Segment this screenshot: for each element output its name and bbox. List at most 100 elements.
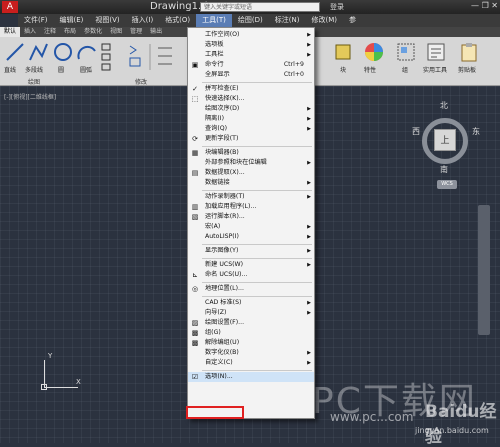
menu-item-label: 数据链接	[205, 179, 230, 186]
compass-west[interactable]: 西	[412, 126, 420, 137]
menu-separator	[202, 146, 312, 147]
tool-label-line: 直线	[4, 67, 17, 74]
application-menu-button[interactable]: A	[2, 1, 18, 13]
wcs-menu[interactable]: WCS	[437, 180, 457, 189]
clipboard-icon[interactable]	[458, 41, 480, 63]
utilities-icon[interactable]	[425, 41, 447, 63]
menu-separator	[202, 190, 312, 191]
submenu-arrow-icon: ▶	[307, 248, 311, 254]
menu-item-icon	[191, 115, 199, 123]
tools-menu-item[interactable]: 查询(Q) ▶	[188, 124, 314, 134]
tab-6[interactable]: 管理	[126, 27, 146, 37]
navigation-bar[interactable]	[478, 205, 490, 335]
tools-menu-item[interactable]: 自定义(C) ▶	[188, 358, 314, 368]
draw-small-tools-icon[interactable]	[100, 42, 180, 72]
tab-0[interactable]: 默认	[0, 27, 21, 37]
tools-menu-item[interactable]: ▩ 解除编组(U)	[188, 338, 314, 348]
menu-item-icon: ⟳	[192, 135, 198, 143]
tools-menu-item[interactable]: ▧ 运行脚本(R)...	[188, 212, 314, 222]
search-input[interactable]: 键入关键字或短语	[200, 2, 320, 12]
tab-1[interactable]: 插入	[20, 27, 40, 37]
tools-menu-item[interactable]: ⬚ 快速选择(K)...	[188, 94, 314, 104]
menu-3[interactable]: 插入(I)	[126, 14, 160, 27]
arc-icon[interactable]	[76, 41, 98, 63]
window-controls[interactable]: — ❐ ✕	[471, 1, 498, 10]
tools-menu-item[interactable]: AutoLISP(I) ▶	[188, 232, 314, 242]
tools-menu-item[interactable]: 动作录制器(T) ▶	[188, 192, 314, 202]
tools-menu-item[interactable]: 数据链接 ▶	[188, 178, 314, 188]
tools-menu-item[interactable]: ▤ 数据提取(X)...	[188, 168, 314, 178]
menu-1[interactable]: 编辑(E)	[54, 14, 90, 27]
properties-icon[interactable]	[362, 40, 386, 64]
tools-menu-item[interactable]: 向导(Z) ▶	[188, 308, 314, 318]
tools-menu-item[interactable]: ▦ 块编辑器(B)	[188, 148, 314, 158]
tools-menu-item[interactable]: 数字化仪(B) ▶	[188, 348, 314, 358]
menu-item-label: 外部参照和块在位编辑	[205, 159, 267, 166]
watermark-baidu-url: jingyan.baidu.com	[415, 426, 489, 435]
tab-2[interactable]: 注释	[40, 27, 60, 37]
panel-label-modify[interactable]: 修改	[135, 77, 147, 86]
menu-item-shortcut: Ctrl+9	[283, 61, 304, 68]
tools-menu-item[interactable]: 显示图像(Y) ▶	[188, 246, 314, 256]
menu-item-label: 动作录制器(T)	[205, 193, 245, 200]
menu-item-shortcut: Ctrl+0	[283, 71, 304, 78]
ucs-y-label: Y	[48, 352, 53, 360]
menu-item-label: 自定义(C)	[205, 359, 233, 366]
group-icon[interactable]	[395, 41, 417, 63]
tools-menu-item[interactable]: 隔离(I) ▶	[188, 114, 314, 124]
tab-3[interactable]: 布局	[60, 27, 80, 37]
menu-7[interactable]: 标注(N)	[269, 14, 306, 27]
tools-menu-item[interactable]: ▨ 绘图设置(F)...	[188, 318, 314, 328]
polyline-icon[interactable]	[27, 41, 49, 63]
tools-menu-item[interactable]: 宏(A) ▶	[188, 222, 314, 232]
menu-0[interactable]: 文件(F)	[18, 14, 54, 27]
tools-menu-item[interactable]: ⟳ 更新字段(T)	[188, 134, 314, 144]
menu-item-label: 命令行	[205, 61, 224, 68]
tools-menu-item[interactable]: 外部参照和块在位编辑 ▶	[188, 158, 314, 168]
menu-item-icon	[191, 51, 199, 59]
tools-menu-item[interactable]: 选项板 ▶	[188, 40, 314, 50]
block-icon[interactable]	[332, 41, 354, 63]
viewport-controls[interactable]: [-][俯视][二维线框]	[4, 92, 56, 101]
tools-menu-item[interactable]: ▥ 加载应用程序(L)...	[188, 202, 314, 212]
tools-menu-item[interactable]: ◎ 地理位置(L)...	[188, 284, 314, 294]
submenu-arrow-icon: ▶	[307, 42, 311, 48]
tools-menu-item[interactable]: 绘图次序(D) ▶	[188, 104, 314, 114]
viewcube-face[interactable]: 上	[434, 129, 456, 151]
tools-menu-item[interactable]: 新建 UCS(W) ▶	[188, 260, 314, 270]
circle-icon[interactable]	[52, 41, 74, 63]
menu-item-icon	[191, 71, 199, 79]
menu-item-label: 查询(Q)	[205, 125, 228, 132]
menu-8[interactable]: 修改(M)	[305, 14, 343, 27]
menu-9[interactable]: 参	[343, 14, 362, 27]
tools-menu-item[interactable]: ▩ 组(G)	[188, 328, 314, 338]
tools-menu-item[interactable]: ⊾ 命名 UCS(U)...	[188, 270, 314, 280]
signin-button[interactable]: 登录	[330, 0, 344, 14]
panel-label-draw[interactable]: 绘图	[28, 77, 40, 86]
menu-4[interactable]: 格式(O)	[159, 14, 196, 27]
tools-menu-item[interactable]: 工具栏 ▶	[188, 50, 314, 60]
menu-2[interactable]: 视图(V)	[89, 14, 125, 27]
submenu-arrow-icon: ▶	[307, 300, 311, 306]
menu-item-label: 更新字段(T)	[205, 135, 239, 142]
tool-label-block: 块	[340, 67, 347, 74]
submenu-arrow-icon: ▶	[307, 224, 311, 230]
tab-5[interactable]: 视图	[106, 27, 126, 37]
compass-east[interactable]: 东	[472, 126, 480, 137]
line-icon[interactable]	[4, 41, 26, 63]
tools-menu-item[interactable]: ☑ 选项(N)...	[188, 372, 314, 382]
tools-menu-item[interactable]: ✓ 拼写检查(E)	[188, 84, 314, 94]
compass-south[interactable]: 南	[440, 164, 448, 175]
compass-north[interactable]: 北	[440, 100, 448, 111]
tool-label-clipboard: 剪贴板	[458, 67, 477, 74]
tools-menu-item[interactable]: CAD 标准(S) ▶	[188, 298, 314, 308]
tools-menu-item[interactable]: 工作空间(O) ▶	[188, 30, 314, 40]
menu-separator	[202, 296, 312, 297]
tab-7[interactable]: 输出	[146, 27, 166, 37]
tab-4[interactable]: 参数化	[80, 27, 106, 37]
menu-5[interactable]: 工具(T)	[196, 14, 232, 27]
tools-menu-item[interactable]: 全屏显示 Ctrl+0	[188, 70, 314, 80]
menu-6[interactable]: 绘图(D)	[232, 14, 269, 27]
menu-item-icon	[191, 247, 199, 255]
tools-menu-item[interactable]: ▣ 命令行 Ctrl+9	[188, 60, 314, 70]
